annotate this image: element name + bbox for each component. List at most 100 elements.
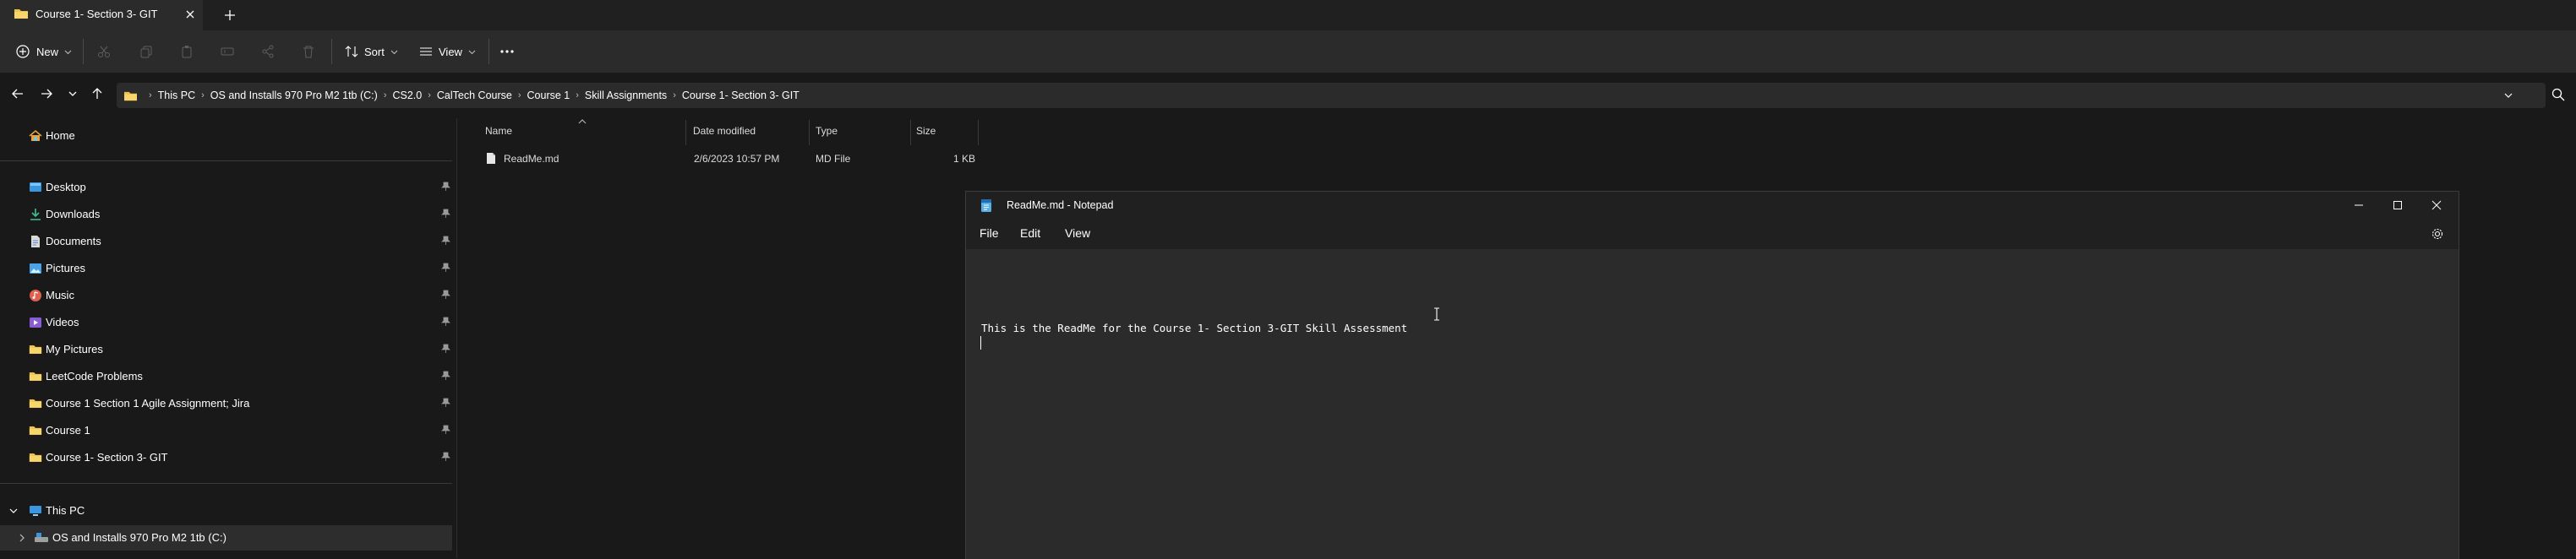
column-divider[interactable] — [978, 120, 979, 145]
nav-divider — [0, 483, 452, 484]
back-arrow-icon[interactable] — [10, 86, 25, 101]
column-header-size[interactable]: Size — [916, 125, 936, 137]
close-icon[interactable] — [2430, 198, 2443, 212]
nav-item-downloads[interactable]: Downloads — [0, 202, 456, 227]
nav-item-home[interactable]: Home — [0, 123, 456, 149]
pin-icon[interactable] — [441, 236, 450, 246]
notepad-title: ReadMe.md - Notepad — [1007, 199, 1114, 211]
tab-current-folder[interactable]: Course 1- Section 3- GIT — [0, 0, 203, 30]
nav-label: Desktop — [46, 181, 86, 193]
videos-icon — [29, 316, 42, 329]
nav-item-this-pc[interactable]: This PC — [0, 498, 456, 524]
nav-item-music[interactable]: Music — [0, 283, 456, 308]
notepad-window[interactable]: ReadMe.md - Notepad File Edit View This … — [965, 191, 2459, 559]
folder-icon — [29, 397, 42, 410]
rename-icon[interactable] — [221, 45, 234, 58]
new-button[interactable]: New — [15, 39, 72, 64]
delete-icon[interactable] — [302, 45, 315, 58]
share-icon[interactable] — [261, 45, 275, 58]
pin-icon[interactable] — [441, 263, 450, 273]
chevron-right-icon[interactable]: › — [428, 90, 431, 100]
forward-arrow-icon[interactable] — [39, 86, 54, 101]
pin-icon[interactable] — [441, 452, 450, 462]
chevron-right-icon[interactable] — [17, 533, 27, 543]
sort-button[interactable]: Sort — [345, 39, 398, 64]
menu-view[interactable]: View — [1065, 226, 1090, 240]
nav-item-documents[interactable]: Documents — [0, 229, 456, 254]
nav-item-agile-assignment[interactable]: Course 1 Section 1 Agile Assignment; Jir… — [0, 391, 456, 416]
chevron-right-icon[interactable]: › — [201, 90, 205, 100]
cut-icon[interactable] — [97, 45, 111, 58]
settings-gear-icon[interactable] — [2431, 227, 2444, 241]
more-options-icon[interactable] — [499, 44, 516, 59]
pin-icon[interactable] — [441, 371, 450, 381]
command-bar: New Sort View — [0, 30, 2576, 73]
column-divider[interactable] — [910, 120, 911, 145]
pin-icon[interactable] — [441, 425, 450, 435]
pin-icon[interactable] — [441, 290, 450, 300]
crumb-current-folder[interactable]: Course 1- Section 3- GIT — [682, 90, 800, 101]
chevron-right-icon[interactable]: › — [576, 90, 579, 100]
crumb-skill-assignments[interactable]: Skill Assignments — [585, 90, 667, 101]
folder-icon — [29, 343, 42, 355]
column-header-name[interactable]: Name — [485, 125, 512, 137]
new-label: New — [36, 45, 59, 58]
crumb-this-pc[interactable]: This PC — [158, 90, 195, 101]
chevron-right-icon[interactable]: › — [518, 90, 521, 100]
sort-icon — [345, 45, 358, 58]
copy-icon[interactable] — [139, 45, 153, 58]
paste-icon[interactable] — [180, 45, 194, 58]
pin-icon[interactable] — [441, 182, 450, 192]
new-tab-icon[interactable] — [221, 7, 238, 24]
chevron-right-icon[interactable]: › — [673, 90, 676, 100]
column-header-date-modified[interactable]: Date modified — [693, 125, 756, 137]
nav-label: Music — [46, 289, 74, 301]
file-row[interactable]: ReadMe.md 2/6/2023 10:57 PM MD File 1 KB — [472, 148, 983, 170]
column-divider[interactable] — [809, 120, 810, 145]
view-icon — [419, 45, 433, 58]
crumb-drive[interactable]: OS and Installs 970 Pro M2 1tb (C:) — [210, 90, 378, 101]
file-size: 1 KB — [953, 153, 976, 165]
view-button[interactable]: View — [419, 39, 476, 64]
notepad-text-area[interactable]: This is the ReadMe for the Course 1- Sec… — [966, 249, 2459, 559]
navigation-pane: Home Desktop Downloads Documents Picture… — [0, 118, 457, 558]
nav-item-drive-c[interactable]: OS and Installs 970 Pro M2 1tb (C:) — [0, 525, 452, 551]
file-icon — [486, 152, 496, 165]
nav-item-pictures[interactable]: Pictures — [0, 256, 456, 281]
pin-icon[interactable] — [441, 344, 450, 354]
menu-file[interactable]: File — [980, 226, 999, 240]
column-header-type[interactable]: Type — [816, 125, 838, 137]
search-icon[interactable] — [2551, 87, 2566, 102]
nav-item-leetcode-problems[interactable]: LeetCode Problems — [0, 364, 456, 389]
recent-locations-chevron-icon[interactable] — [66, 86, 79, 101]
column-divider[interactable] — [685, 120, 686, 145]
toolbar-divider — [488, 39, 489, 64]
maximize-icon[interactable] — [2391, 198, 2404, 212]
chevron-down-icon — [64, 48, 72, 56]
crumb-course-1[interactable]: Course 1 — [527, 90, 570, 101]
nav-item-course-1-section-3-git[interactable]: Course 1- Section 3- GIT — [0, 445, 456, 470]
nav-item-videos[interactable]: Videos — [0, 310, 456, 335]
folder-icon — [123, 90, 138, 102]
home-icon — [29, 129, 42, 143]
menu-edit[interactable]: Edit — [1020, 226, 1040, 240]
pin-icon[interactable] — [441, 398, 450, 408]
up-arrow-icon[interactable] — [90, 86, 105, 101]
minimize-icon[interactable] — [2352, 198, 2366, 212]
pin-icon[interactable] — [441, 317, 450, 327]
nav-label: LeetCode Problems — [46, 370, 143, 383]
nav-item-desktop[interactable]: Desktop — [0, 175, 456, 200]
address-dropdown-chevron-icon[interactable] — [2502, 89, 2515, 102]
chevron-down-icon[interactable] — [8, 506, 19, 516]
nav-label: Course 1- Section 3- GIT — [46, 451, 168, 464]
crumb-caltech-course[interactable]: CalTech Course — [437, 90, 512, 101]
address-bar[interactable]: › This PC › OS and Installs 970 Pro M2 1… — [117, 83, 2546, 108]
pin-icon[interactable] — [441, 209, 450, 219]
chevron-right-icon[interactable]: › — [384, 90, 387, 100]
crumb-cs2[interactable]: CS2.0 — [392, 90, 422, 101]
nav-item-my-pictures[interactable]: My Pictures — [0, 337, 456, 362]
nav-label: Course 1 — [46, 424, 90, 437]
nav-item-course-1[interactable]: Course 1 — [0, 418, 456, 443]
notepad-title-bar[interactable]: ReadMe.md - Notepad — [966, 192, 2459, 219]
close-tab-icon[interactable] — [183, 7, 198, 22]
